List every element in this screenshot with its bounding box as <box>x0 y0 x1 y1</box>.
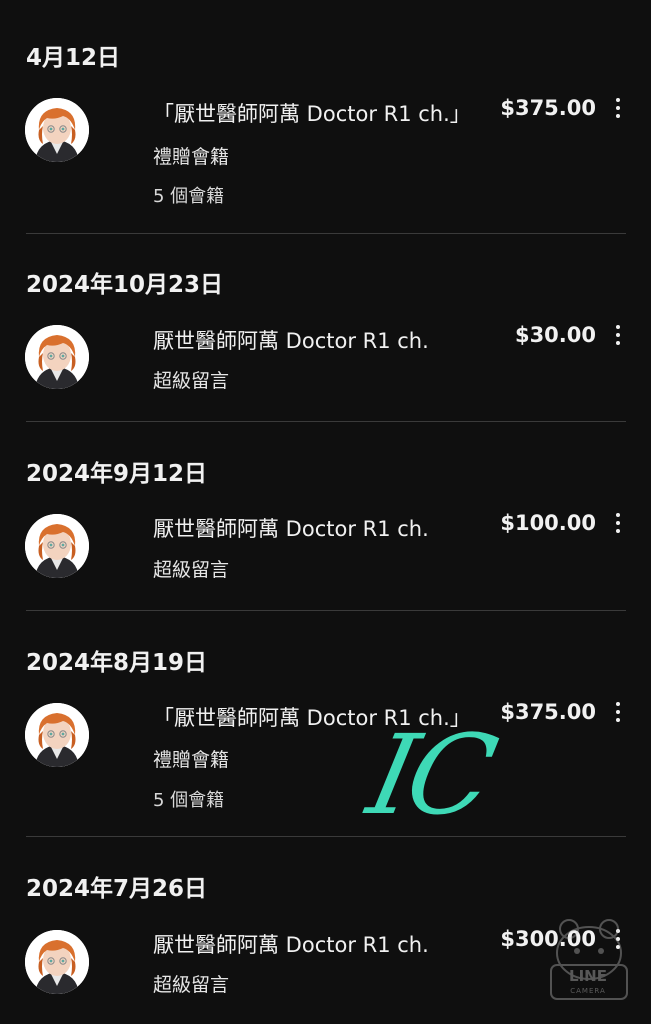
purchase-amount: $30.00 <box>514 323 596 347</box>
channel-avatar[interactable] <box>25 703 89 767</box>
purchase-type: 超級留言 <box>153 559 230 581</box>
purchase-amount: $100.00 <box>500 511 596 535</box>
purchase-amount: $375.00 <box>500 96 596 120</box>
date-header: 2024年8月19日 <box>26 650 208 676</box>
channel-name: 厭世醫師阿萬 Doctor R1 ch. <box>153 329 429 353</box>
more-vertical-icon[interactable] <box>609 511 627 535</box>
purchase-amount: $375.00 <box>500 700 596 724</box>
channel-avatar[interactable] <box>25 514 89 578</box>
line-logo-text: LINE <box>569 967 607 985</box>
channel-avatar[interactable] <box>25 930 89 994</box>
date-header: 2024年10月23日 <box>26 272 224 298</box>
ic-watermark: IC <box>358 711 502 839</box>
purchase-type: 禮贈會籍 <box>153 146 230 168</box>
channel-name: 厭世醫師阿萬 Doctor R1 ch. <box>153 517 429 541</box>
purchase-type: 超級留言 <box>153 974 230 996</box>
divider <box>26 836 626 837</box>
camera-logo-text: CAMERA <box>570 987 606 995</box>
purchase-type: 禮贈會籍 <box>153 749 230 771</box>
divider <box>26 233 626 234</box>
date-header: 2024年9月12日 <box>26 461 208 487</box>
date-header: 4月12日 <box>26 45 121 71</box>
divider <box>26 610 626 611</box>
date-header: 2024年7月26日 <box>26 876 208 902</box>
channel-avatar[interactable] <box>25 98 89 162</box>
more-vertical-icon[interactable] <box>609 323 627 347</box>
membership-count: 5 個會籍 <box>153 186 225 207</box>
more-vertical-icon[interactable] <box>609 700 627 724</box>
channel-name: 厭世醫師阿萬 Doctor R1 ch. <box>153 933 429 957</box>
channel-avatar[interactable] <box>25 325 89 389</box>
more-vertical-icon[interactable] <box>609 96 627 120</box>
purchase-type: 超級留言 <box>153 370 230 392</box>
membership-count: 5 個會籍 <box>153 790 225 811</box>
divider <box>26 421 626 422</box>
line-camera-logo: LINE CAMERA <box>545 915 633 1005</box>
channel-name: 「厭世醫師阿萬 Doctor R1 ch.」 <box>153 102 471 126</box>
